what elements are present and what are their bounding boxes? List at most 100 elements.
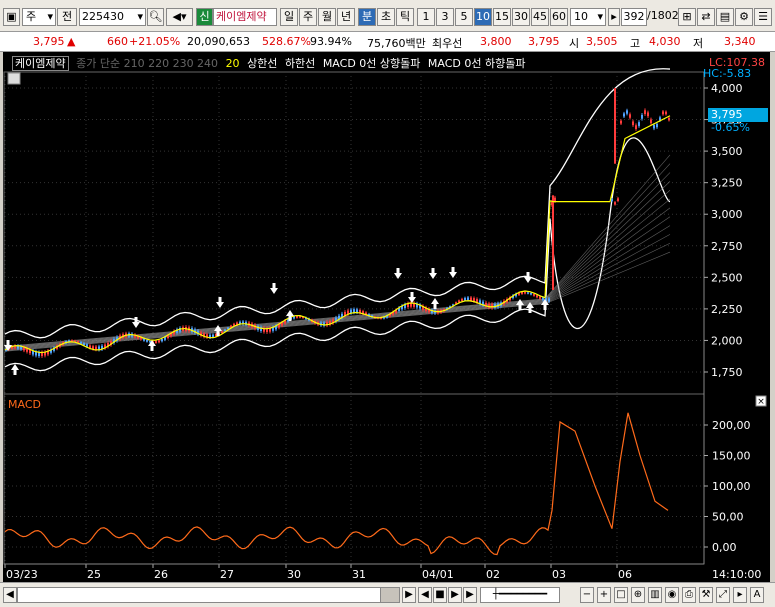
price-tick-label: 3,500 — [711, 145, 743, 158]
forward-icon[interactable]: ▶ — [463, 587, 477, 603]
price-tick-label: 1,750 — [711, 366, 743, 379]
legend-macd-up: MACD 0선 상향돌파 — [322, 57, 421, 70]
candle-body — [461, 298, 463, 302]
print-icon[interactable]: ⎙ — [682, 587, 696, 603]
price-tick-label: 2,500 — [711, 271, 743, 284]
zoom-out-icon[interactable]: − — [580, 587, 594, 603]
candle-body — [539, 296, 541, 299]
price-tick-label: 2,750 — [711, 240, 743, 253]
clock-label: 14:10:00 — [712, 568, 762, 581]
candle-body — [638, 122, 640, 126]
candle-body — [224, 329, 226, 332]
price-tick-label: 2,250 — [711, 303, 743, 316]
candle-body — [626, 110, 628, 114]
up-arrow-icon — [431, 298, 439, 309]
candle-body — [533, 294, 535, 296]
candle-body — [146, 340, 148, 342]
down-arrow-icon — [524, 272, 532, 283]
down-arrow-icon — [216, 297, 224, 308]
price-tick-label: 4,000 — [711, 82, 743, 95]
rewind-icon[interactable]: ◀ — [418, 587, 432, 603]
ma-fan-line — [4, 225, 671, 351]
legend-stock[interactable]: 케이엠제약 — [12, 56, 69, 71]
macd-tick-label: 50,00 — [712, 511, 744, 524]
candle-body — [524, 291, 526, 294]
bottom-controls: ◀ ▶ ◀ ■ ▶ ▶ ┼━━━━━━━━ − + □ ⊕ ▥ ◉ ⎙ ⚒ ⤢ … — [0, 582, 775, 607]
candle-body — [527, 292, 529, 294]
fullscreen-icon[interactable]: □ — [614, 587, 628, 603]
candle-body — [614, 202, 616, 205]
legend: 케이엠제약 종가 단순 210 220 230 240 20 상한선 하한선 M… — [12, 55, 529, 71]
price-tick-label: 3,000 — [711, 208, 743, 221]
down-arrow-icon — [449, 267, 457, 278]
grid-icon[interactable] — [7, 72, 21, 85]
scrollbar-thumb[interactable] — [380, 587, 400, 603]
macd-panel-frame — [3, 393, 705, 565]
time-tick-label: 31 — [352, 568, 366, 581]
zoom-in-icon[interactable]: + — [597, 587, 611, 603]
candle-body — [635, 125, 637, 129]
legend-upper: 상한선 — [247, 57, 278, 70]
candle-body — [641, 114, 643, 119]
play-icon[interactable]: ▶ — [448, 587, 462, 603]
candle-icon[interactable]: ▥ — [648, 587, 662, 603]
scrollbar-track[interactable] — [17, 587, 400, 603]
candle-body — [227, 327, 229, 330]
zoom-slider[interactable]: ┼━━━━━━━━ — [480, 587, 560, 603]
lower-band — [4, 137, 671, 372]
candle-body — [161, 338, 163, 342]
candle-body — [95, 346, 97, 350]
zoom-icon[interactable]: ⤢ — [716, 587, 730, 603]
current-pct-label: -0.65% — [711, 121, 750, 134]
legend-ma20: 20 — [225, 57, 240, 70]
ma-fan — [4, 154, 671, 352]
candle-body — [647, 112, 649, 117]
price-tick-label: 3,250 — [711, 177, 743, 190]
scroll-right-icon[interactable]: ▶ — [402, 587, 416, 603]
time-tick-label: 06 — [618, 568, 632, 581]
candle-body — [296, 316, 298, 318]
candle-body — [620, 120, 622, 124]
candle-body — [611, 199, 613, 202]
legend-lower: 하한선 — [284, 57, 316, 70]
current-price-tag: 3,795 — [708, 108, 768, 122]
time-tick-label: 04/01 — [422, 568, 454, 581]
macd-path — [4, 412, 669, 556]
candle-body — [536, 295, 538, 298]
scroll-left-icon[interactable]: ◀ — [3, 587, 17, 603]
time-tick-label: 25 — [87, 568, 101, 581]
down-arrow-icon — [429, 268, 437, 279]
candle-body — [470, 297, 472, 301]
ma-fan-line — [4, 234, 671, 351]
eye-icon[interactable]: ◉ — [665, 587, 679, 603]
envelope-bands — [4, 68, 671, 372]
close-icon-glyph: × — [757, 397, 765, 407]
time-tick-label: 03/23 — [6, 568, 38, 581]
time-tick-label: 26 — [154, 568, 168, 581]
candle-body — [656, 123, 658, 128]
legend-macd-down: MACD 0선 하향돌파 — [427, 57, 526, 70]
up-arrow-icon — [11, 364, 19, 375]
down-arrow-icon — [270, 283, 278, 294]
candle-body — [644, 110, 646, 115]
candle-body — [548, 298, 550, 302]
candle-body — [632, 121, 634, 126]
down-arrow-icon — [408, 292, 416, 303]
candle-body — [155, 341, 157, 343]
expand-icon[interactable]: ▸ — [733, 587, 747, 603]
candle-body — [467, 297, 469, 301]
upper-band — [4, 68, 671, 339]
candle-body — [530, 293, 532, 295]
candle-body — [650, 119, 652, 124]
macd-tick-label: 0,00 — [712, 541, 737, 554]
crosshair-icon[interactable]: ⊕ — [631, 587, 645, 603]
candle-body — [464, 297, 466, 301]
macd-line — [4, 412, 669, 556]
time-tick-label: 03 — [552, 568, 566, 581]
chart-plot[interactable]: 4,0003,7503,5003,2503,0002,7502,5002,250… — [0, 0, 775, 607]
font-icon[interactable]: A — [750, 587, 764, 603]
candle-body — [554, 197, 556, 202]
tool-icon[interactable]: ⚒ — [699, 587, 713, 603]
stop-icon[interactable]: ■ — [433, 587, 447, 603]
candle-body — [77, 341, 79, 343]
